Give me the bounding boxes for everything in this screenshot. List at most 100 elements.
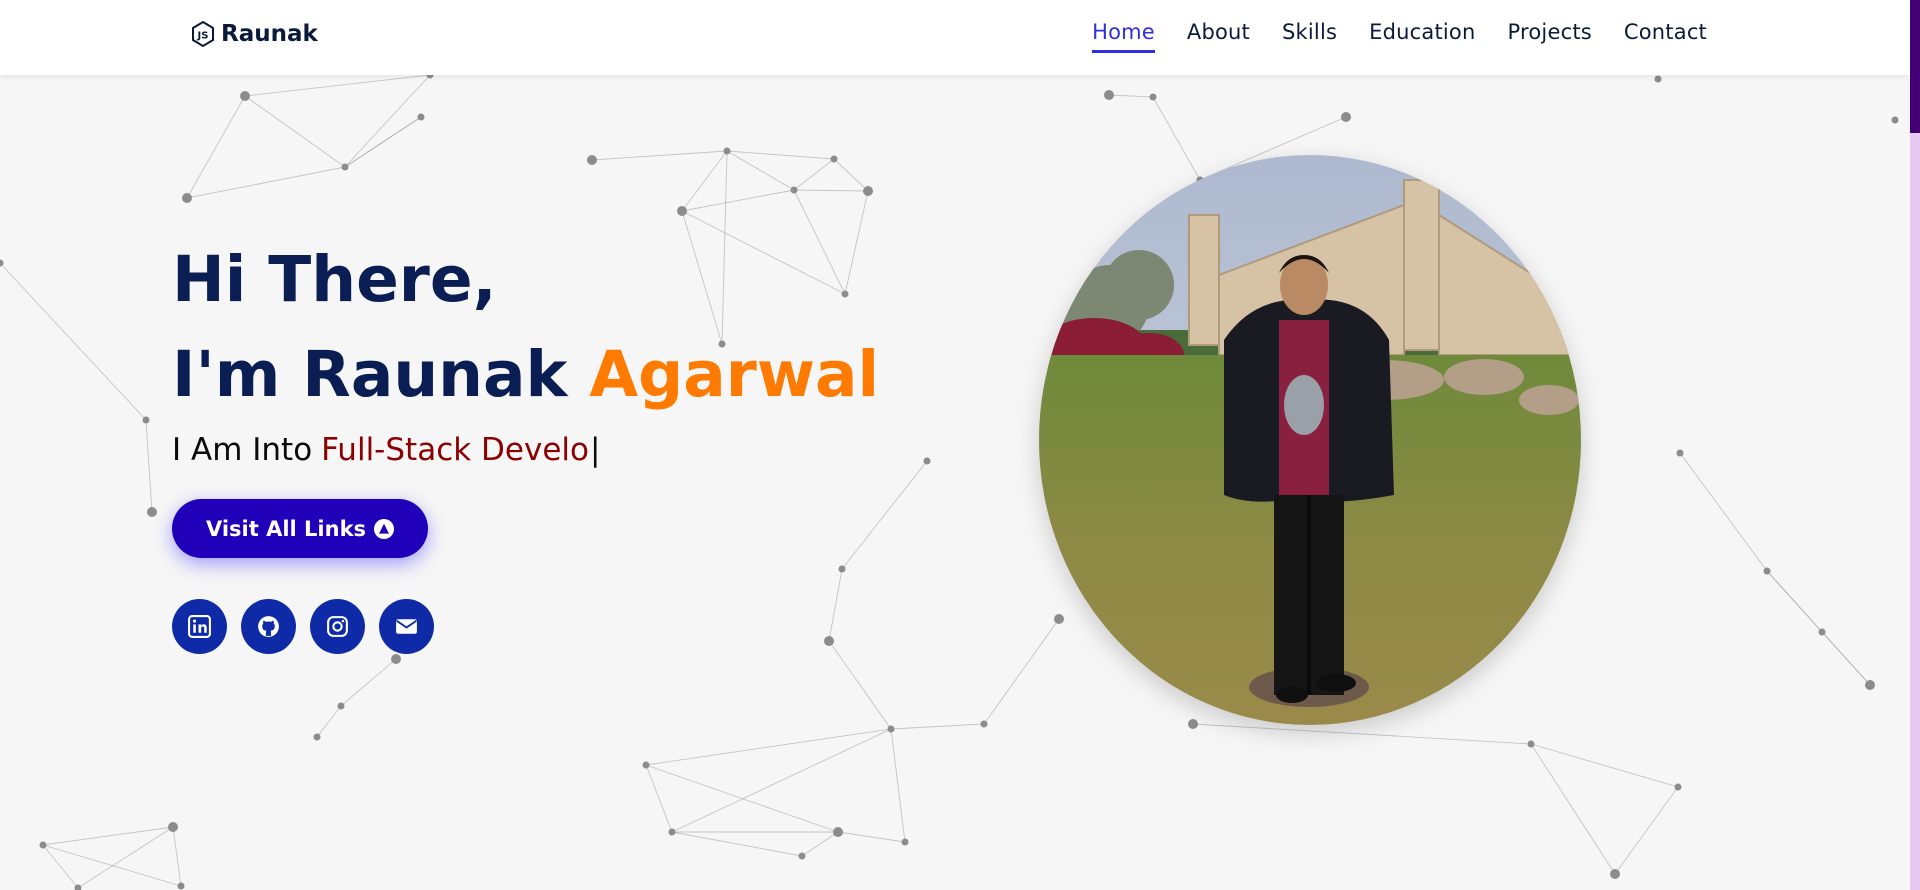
particle-node	[147, 507, 157, 517]
nav-education[interactable]: Education	[1369, 20, 1475, 53]
particle-link	[671, 728, 892, 833]
email-icon	[396, 619, 417, 634]
particle-node	[824, 636, 834, 646]
particle-node	[39, 841, 47, 849]
hero-text: Hi There, I'm Raunak Agarwal I Am Into F…	[172, 232, 879, 468]
hero-name-prefix: I'm Raunak	[172, 338, 568, 411]
particle-link	[645, 764, 673, 833]
particle-node	[1674, 783, 1682, 791]
particle-link	[801, 831, 839, 857]
particle-link	[645, 728, 892, 766]
nav-about[interactable]: About	[1187, 20, 1250, 53]
linkedin-icon	[188, 615, 211, 638]
particle-link	[42, 844, 79, 889]
typing-cursor: |	[590, 432, 601, 468]
particle-node	[1865, 680, 1875, 690]
scrollbar-thumb[interactable]	[1910, 0, 1920, 133]
logo[interactable]: JS Raunak	[189, 18, 318, 50]
particle-node	[341, 163, 349, 171]
nodejs-icon: JS	[192, 20, 214, 48]
particle-node	[391, 654, 401, 664]
particle-link	[793, 158, 835, 191]
instagram-link[interactable]	[310, 599, 365, 654]
particle-node	[1818, 628, 1826, 636]
nav-contact[interactable]: Contact	[1624, 20, 1707, 53]
particle-node	[313, 733, 321, 741]
particle-node	[833, 827, 843, 837]
particle-link	[1530, 743, 1616, 875]
svg-text:JS: JS	[197, 31, 209, 42]
particle-node	[830, 155, 838, 163]
particle-node	[1763, 567, 1771, 575]
particle-link	[42, 826, 174, 846]
particle-node	[798, 852, 806, 860]
particle-node	[790, 186, 798, 194]
navbar: JS Raunak Home About Skills Education Pr…	[0, 0, 1910, 75]
particle-link	[837, 831, 906, 843]
particle-link	[833, 158, 869, 192]
particle-link	[681, 150, 728, 212]
particle-link	[1530, 743, 1679, 788]
particle-node	[337, 702, 345, 710]
particle-node	[1341, 112, 1351, 122]
particle-link	[890, 728, 906, 843]
particle-link	[1152, 96, 1201, 181]
visit-all-links-button[interactable]: Visit All Links ▲	[172, 499, 428, 558]
profile-photo	[1039, 155, 1581, 725]
page-scrollbar[interactable]	[1910, 0, 1920, 890]
particle-link	[244, 74, 431, 97]
particle-link	[1679, 452, 1768, 572]
particle-link	[726, 150, 835, 160]
particle-link	[1192, 723, 1532, 745]
particle-link	[316, 705, 342, 738]
particle-node	[1654, 75, 1662, 83]
particle-link	[1766, 570, 1871, 686]
email-link[interactable]	[379, 599, 434, 654]
profile-photo-illustration	[1039, 155, 1581, 725]
github-link[interactable]	[241, 599, 296, 654]
particle-link	[828, 568, 843, 642]
particle-link	[1614, 786, 1679, 875]
particle-link	[645, 764, 839, 833]
particle-node	[887, 725, 895, 733]
particle-link	[145, 419, 153, 513]
particle-link	[186, 166, 346, 199]
particle-link	[42, 844, 182, 887]
particle-link	[671, 831, 803, 857]
particle-link	[77, 826, 174, 889]
linkedin-link[interactable]	[172, 599, 227, 654]
typing-line: I Am Into Full-Stack Develo |	[172, 432, 879, 468]
particle-node	[901, 838, 909, 846]
particle-link	[244, 95, 346, 168]
particle-node	[1188, 719, 1198, 729]
particle-node	[838, 565, 846, 573]
hero-name: I'm Raunak Agarwal	[172, 327, 879, 422]
particle-link	[841, 460, 928, 570]
particle-node	[1676, 449, 1684, 457]
particle-node	[587, 155, 597, 165]
particle-node	[980, 720, 988, 728]
particle-node	[723, 147, 731, 155]
particle-node	[668, 828, 676, 836]
particle-link	[591, 150, 728, 161]
particle-node	[1149, 93, 1157, 101]
particle-node	[677, 206, 687, 216]
particle-node	[177, 882, 185, 890]
nav-projects[interactable]: Projects	[1508, 20, 1592, 53]
particle-node	[142, 416, 150, 424]
nav-home[interactable]: Home	[1092, 20, 1155, 53]
particle-node	[0, 259, 4, 267]
instagram-icon	[327, 616, 348, 637]
particle-node	[1891, 116, 1899, 124]
particle-link	[983, 618, 1060, 725]
particle-node	[168, 822, 178, 832]
particle-node	[1054, 614, 1064, 624]
particle-link	[828, 640, 892, 730]
particle-link	[890, 723, 985, 730]
hero-greeting: Hi There,	[172, 243, 497, 316]
particle-link	[186, 95, 246, 199]
nav-skills[interactable]: Skills	[1282, 20, 1337, 53]
particle-link	[344, 116, 422, 168]
typing-prefix: I Am Into	[172, 432, 313, 468]
github-icon	[258, 616, 279, 637]
